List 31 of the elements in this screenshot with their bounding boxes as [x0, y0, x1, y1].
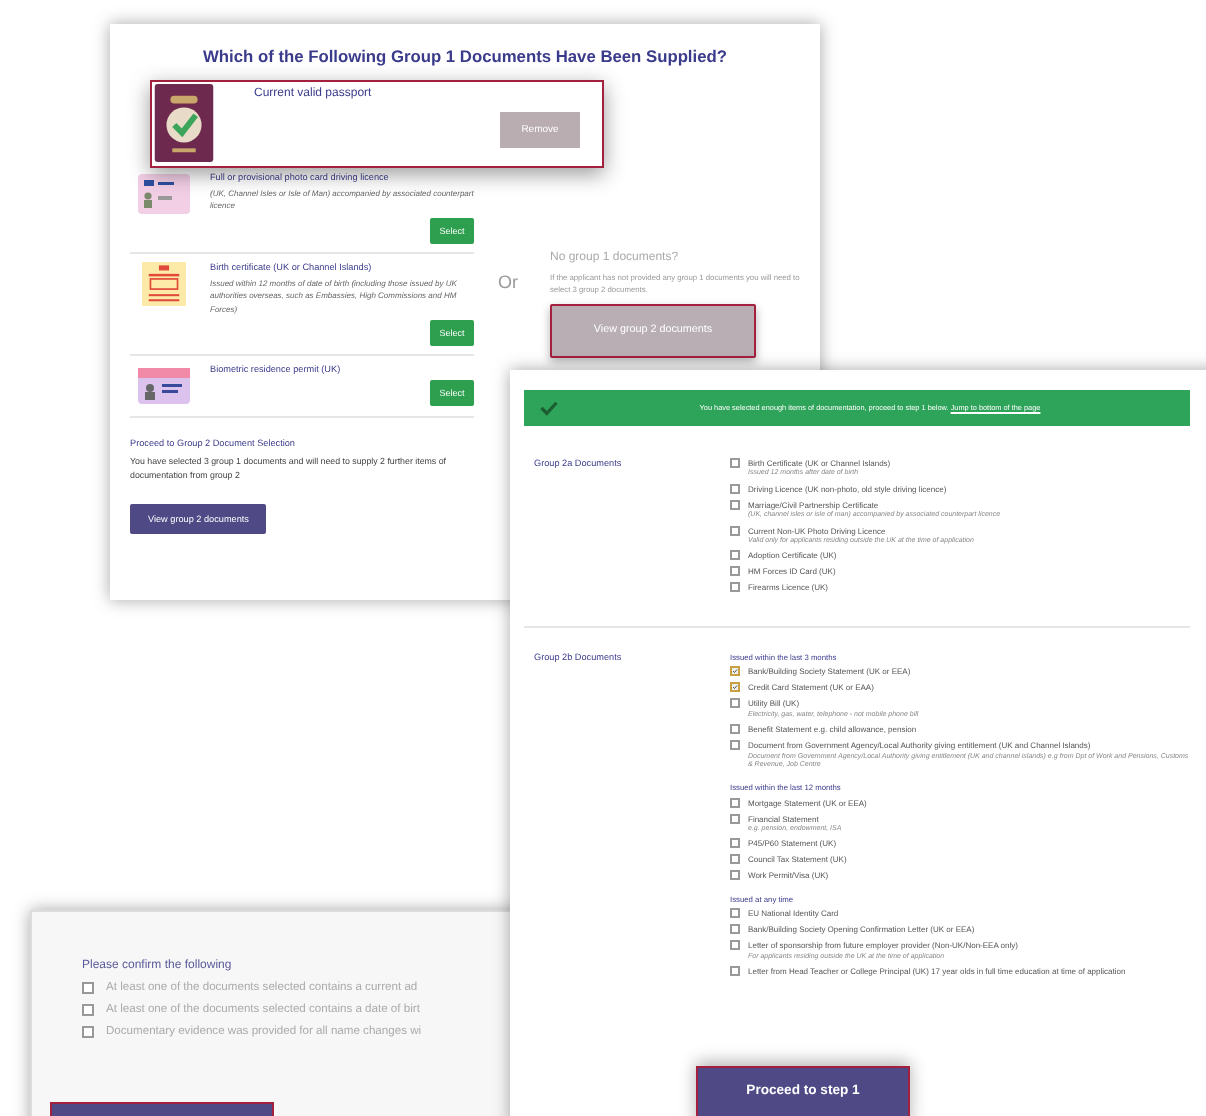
check-icon — [540, 400, 558, 416]
passport-icon — [154, 84, 214, 162]
panel-title: Which of the Following Group 1 Documents Have Been Supplied? — [201, 46, 729, 66]
checkbox[interactable] — [730, 582, 740, 593]
checkbox[interactable] — [82, 1026, 94, 1038]
checkbox[interactable] — [730, 797, 740, 808]
checkbox[interactable] — [730, 550, 740, 561]
id-card-icon — [138, 172, 190, 216]
checkbox[interactable] — [82, 982, 94, 994]
checkbox[interactable] — [730, 940, 740, 951]
checkbox[interactable] — [730, 566, 740, 577]
checkbox[interactable] — [730, 458, 740, 468]
checkbox[interactable] — [730, 740, 740, 751]
id-card-icon — [138, 363, 190, 408]
checkbox[interactable] — [730, 682, 740, 693]
checkbox[interactable] — [730, 483, 740, 494]
checkbox[interactable] — [730, 499, 740, 510]
checkbox[interactable] — [730, 838, 740, 849]
checkbox[interactable] — [730, 908, 740, 919]
checkbox[interactable] — [730, 966, 740, 977]
checkbox[interactable] — [730, 666, 740, 677]
certificate-icon — [138, 261, 190, 306]
checkbox[interactable] — [82, 1004, 94, 1016]
checkbox[interactable] — [730, 813, 740, 824]
or-separator: Or — [498, 272, 518, 296]
checkbox[interactable] — [730, 525, 740, 536]
checkbox[interactable] — [730, 870, 740, 881]
checkbox[interactable] — [730, 724, 740, 735]
checkbox[interactable] — [730, 698, 740, 709]
checkbox[interactable] — [730, 854, 740, 865]
checkbox[interactable] — [730, 924, 740, 935]
